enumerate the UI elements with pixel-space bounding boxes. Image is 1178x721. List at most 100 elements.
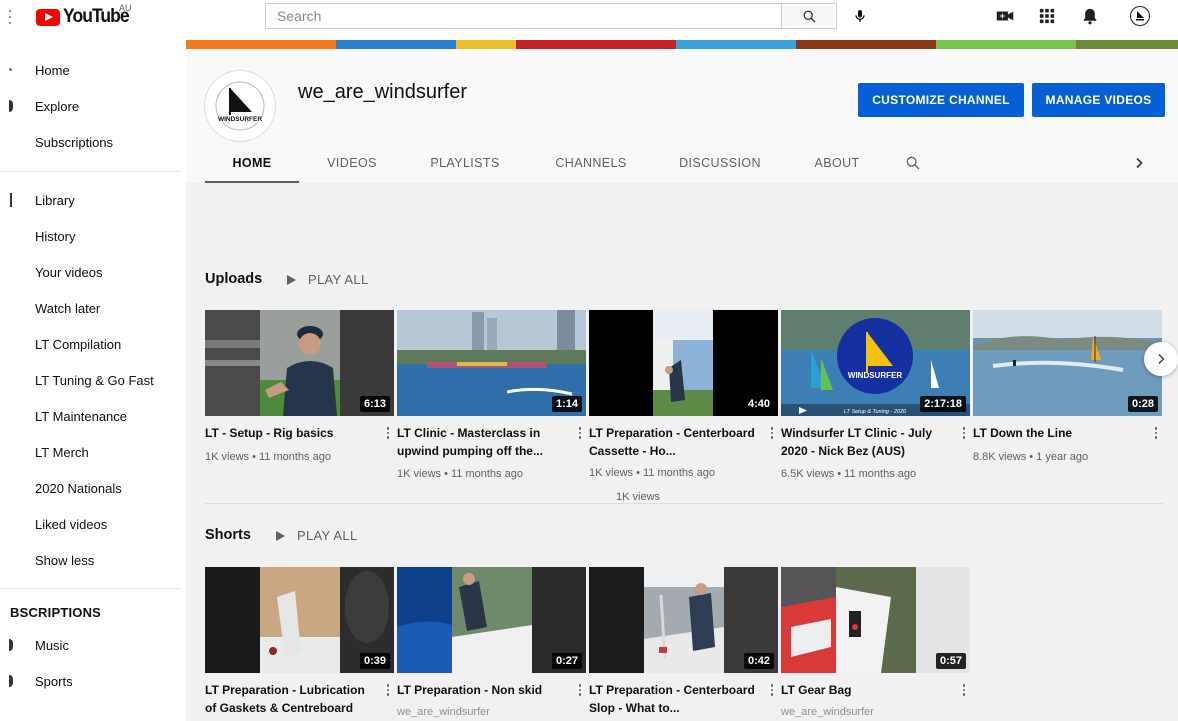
sidebar-item-lt-tuning[interactable]: LT Tuning & Go Fast [0, 365, 180, 395]
play-icon [287, 274, 296, 285]
video-thumbnail[interactable]: 4:40 [589, 310, 778, 416]
video-card[interactable]: 1:14 LT Clinic - Masterclass in upwind p… [397, 310, 586, 480]
video-card[interactable]: 0:28 LT Down the Line 8.8K views • 1 yea… [973, 310, 1162, 463]
video-menu-button[interactable] [1150, 424, 1162, 442]
video-menu-button[interactable] [766, 681, 778, 699]
microphone-icon [855, 10, 865, 22]
short-card[interactable]: 0:27 LT Preparation - Non skid we_are_wi… [397, 567, 586, 718]
video-channel-name[interactable]: we_are_windsurfer [397, 706, 490, 718]
video-card[interactable]: 6:13 LT - Setup - Rig basics 1K views • … [205, 310, 394, 463]
sidebar-item-lt-compilation[interactable]: LT Compilation [0, 329, 180, 359]
video-thumbnail[interactable]: 0:57 [781, 567, 970, 673]
video-title[interactable]: LT Preparation - Non skid [397, 681, 565, 699]
sail-logo-icon [1136, 11, 1144, 21]
windsurfer-logo-icon: WINDSURFER [215, 81, 265, 131]
video-title[interactable]: LT - Setup - Rig basics [205, 424, 373, 442]
tab-playlists[interactable]: PLAYLISTS [422, 147, 508, 183]
video-menu-button[interactable] [766, 424, 778, 442]
video-thumbnail[interactable]: 0:42 [589, 567, 778, 673]
sidebar-item-liked-videos[interactable]: Liked videos [0, 509, 180, 539]
channel-search-button[interactable] [901, 151, 925, 175]
voice-search-button[interactable] [848, 4, 872, 28]
sidebar-show-less[interactable]: Show less [0, 545, 180, 575]
sidebar-item-lt-maintenance[interactable]: LT Maintenance [0, 401, 180, 431]
video-title[interactable]: Windsurfer LT Clinic - July 2020 - Nick … [781, 424, 949, 460]
menu-icon[interactable] [9, 10, 12, 26]
tab-videos[interactable]: VIDEOS [317, 147, 387, 183]
video-title[interactable]: LT Clinic - Masterclass in upwind pumpin… [397, 424, 565, 460]
video-thumbnail[interactable]: 6:13 [205, 310, 394, 416]
search-input[interactable] [266, 4, 781, 28]
video-menu-button[interactable] [958, 681, 970, 699]
video-menu-button[interactable] [574, 424, 586, 442]
sidebar-item-explore[interactable]: Explore [0, 91, 180, 121]
sidebar-item-2020-nationals[interactable]: 2020 Nationals [0, 473, 180, 503]
video-card[interactable]: WINDSURFER LT Setup & Tuning - 2020 2:17… [781, 310, 970, 480]
channel-home-content: Uploads PLAY ALL 6:13 LT - Setup - Rig b… [186, 183, 1178, 721]
manage-videos-button[interactable]: MANAGE VIDEOS [1032, 83, 1165, 117]
short-card[interactable]: 0:42 LT Preparation - Centerboard Slop -… [589, 567, 778, 715]
short-card[interactable]: 0:39 LT Preparation - Lubrication of Gas… [205, 567, 394, 715]
video-thumbnail[interactable]: WINDSURFER LT Setup & Tuning - 2020 2:17… [781, 310, 970, 416]
apps-button[interactable] [1035, 4, 1059, 28]
search-button[interactable] [781, 3, 837, 29]
video-menu-button[interactable] [382, 424, 394, 442]
sidebar-item-your-videos[interactable]: Your videos [0, 257, 180, 287]
music-channel-icon [9, 639, 13, 651]
channel-banner [186, 40, 1178, 49]
video-title[interactable]: LT Preparation - Centerboard Cassette - … [589, 424, 757, 460]
video-title[interactable]: LT Preparation - Centerboard Slop - What… [589, 681, 757, 717]
sidebar-subscription-sports[interactable]: Sports [0, 666, 180, 696]
sidebar-item-label: Subscriptions [35, 134, 114, 150]
shelf-divider [205, 503, 1163, 504]
thumbnail-caption: LT Setup & Tuning - 2020 [844, 409, 907, 415]
notifications-button[interactable] [1078, 4, 1102, 28]
subscriptions-heading: BSCRIPTIONS [10, 605, 102, 620]
sidebar-item-library[interactable]: Library [0, 185, 180, 215]
sidebar-divider [0, 588, 180, 589]
video-thumbnail[interactable]: 0:27 [397, 567, 586, 673]
sidebar-item-lt-merch[interactable]: LT Merch [0, 437, 180, 467]
create-video-button[interactable] [993, 4, 1017, 28]
video-thumbnail[interactable]: 1:14 [397, 310, 586, 416]
tabs-scroll-right-button[interactable] [1127, 151, 1151, 175]
sidebar-item-label: LT Maintenance [35, 408, 128, 424]
video-metadata: 8.8K views • 1 year ago [973, 451, 1089, 463]
shorts-play-all-button[interactable]: PLAY ALL [276, 528, 357, 543]
customize-channel-button[interactable]: CUSTOMIZE CHANNEL [858, 83, 1024, 117]
short-card[interactable]: 0:57 LT Gear Bag we_are_windsurfer [781, 567, 970, 718]
sidebar-item-label: Sports [35, 673, 73, 689]
video-thumbnail[interactable]: 0:39 [205, 567, 394, 673]
tab-discussion[interactable]: DISCUSSION [672, 147, 768, 183]
region-code: AU [119, 3, 132, 13]
shorts-shelf-title[interactable]: Shorts [205, 527, 251, 543]
video-title[interactable]: LT Gear Bag [781, 681, 949, 699]
uploads-play-all-button[interactable]: PLAY ALL [287, 272, 368, 287]
tab-channels[interactable]: CHANNELS [548, 147, 634, 183]
video-title[interactable]: LT Down the Line [973, 424, 1141, 442]
video-metadata: 1K views • 11 months ago [205, 451, 331, 463]
tab-about[interactable]: ABOUT [804, 147, 870, 183]
sidebar-subscription-music[interactable]: Music [0, 630, 180, 660]
video-channel-name[interactable]: we_are_windsurfer [781, 706, 874, 718]
video-menu-button[interactable] [958, 424, 970, 442]
explore-icon [9, 100, 13, 112]
channel-avatar[interactable]: WINDSURFER [204, 70, 276, 142]
shelf-next-button[interactable] [1144, 342, 1178, 376]
video-title[interactable]: LT Preparation - Lubrication of Gaskets … [205, 681, 373, 717]
video-menu-button[interactable] [574, 681, 586, 699]
video-duration: 0:27 [551, 653, 582, 669]
sidebar-item-label: LT Merch [35, 444, 89, 460]
bell-icon [1083, 8, 1097, 25]
sidebar-item-home[interactable]: Home [0, 55, 180, 85]
tab-home[interactable]: HOME [205, 147, 299, 183]
account-button[interactable] [1128, 4, 1152, 28]
search-box [265, 3, 781, 29]
sidebar-item-watch-later[interactable]: Watch later [0, 293, 180, 323]
sidebar-item-history[interactable]: History [0, 221, 180, 251]
uploads-shelf-title[interactable]: Uploads [205, 271, 262, 287]
video-card[interactable]: 4:40 LT Preparation - Centerboard Casset… [589, 310, 778, 479]
video-menu-button[interactable] [382, 681, 394, 699]
video-thumbnail[interactable]: 0:28 [973, 310, 1162, 416]
sidebar-item-subscriptions[interactable]: Subscriptions [0, 127, 180, 157]
